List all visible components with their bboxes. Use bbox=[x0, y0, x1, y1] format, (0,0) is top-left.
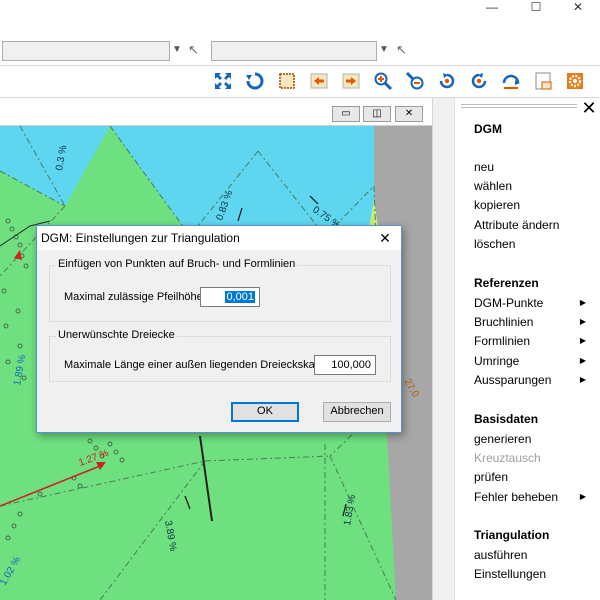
map-window-titlebar: ▭ ◫ ✕ bbox=[0, 98, 432, 126]
app-titlebar: — ☐ ✕ bbox=[0, 0, 600, 36]
menu-item-attribute-aendern[interactable]: Attribute ändern bbox=[474, 216, 594, 234]
triangulation-settings-dialog: DGM: Einstellungen zur Triangulation ✕ E… bbox=[36, 225, 402, 433]
group-label: Unerwünschte Dreiecke bbox=[56, 329, 177, 341]
mdi-close-button[interactable]: ✕ bbox=[395, 106, 423, 122]
section-title-basisdaten: Basisdaten bbox=[474, 412, 539, 426]
menu-item-dgm-punkte[interactable]: DGM-Punkte ▶ bbox=[474, 294, 594, 312]
menu-item-label: Fehler beheben bbox=[474, 490, 559, 504]
menu-item-label: Bruchlinien bbox=[474, 315, 534, 329]
zoom-in-icon[interactable] bbox=[371, 69, 395, 93]
max-edge-length-input[interactable]: 100,000 bbox=[314, 355, 376, 375]
menu-item-aussparungen[interactable]: Aussparungen ▶ bbox=[474, 371, 594, 389]
combo-bar: ▼ ↖ ▼ ↖ bbox=[0, 36, 600, 66]
group-unwanted-triangles: Unerwünschte Dreiecke Maximale Länge ein… bbox=[49, 329, 391, 382]
chevron-down-icon[interactable]: ▼ bbox=[379, 44, 389, 55]
arrow-left-icon[interactable] bbox=[307, 69, 331, 93]
panel-drag-handle[interactable] bbox=[461, 104, 577, 108]
section-title-dgm: DGM bbox=[474, 122, 502, 136]
dialog-titlebar: DGM: Einstellungen zur Triangulation ✕ bbox=[37, 226, 401, 250]
dialog-close-icon[interactable]: ✕ bbox=[375, 228, 395, 248]
redraw-icon[interactable] bbox=[499, 69, 523, 93]
field-value: 0,001 bbox=[225, 291, 255, 303]
pointer-icon[interactable]: ↖ bbox=[188, 42, 199, 58]
menu-item-generieren[interactable]: generieren bbox=[474, 430, 594, 448]
zoom-extents-icon[interactable] bbox=[211, 69, 235, 93]
panel-close-icon[interactable]: ✕ bbox=[579, 98, 599, 118]
close-button[interactable]: ✕ bbox=[556, 0, 600, 16]
rotate-right-icon[interactable] bbox=[467, 69, 491, 93]
mdi-restore-button[interactable]: ◫ bbox=[363, 106, 391, 122]
arrow-right-icon[interactable] bbox=[339, 69, 363, 93]
menu-item-kreuztausch: Kreuztausch bbox=[474, 451, 541, 465]
mdi-minimize-button[interactable]: ▭ bbox=[332, 106, 360, 122]
ok-button[interactable]: OK bbox=[231, 402, 299, 422]
combo-box-2[interactable] bbox=[211, 41, 377, 61]
section-title-referenzen: Referenzen bbox=[474, 276, 539, 290]
menu-item-fehler-beheben[interactable]: Fehler beheben ▶ bbox=[474, 488, 594, 506]
refresh-icon[interactable] bbox=[243, 69, 267, 93]
rotate-left-icon[interactable] bbox=[435, 69, 459, 93]
section-title-triangulation: Triangulation bbox=[474, 528, 550, 542]
group-insert-points: Einfügen von Punkten auf Bruch- und Form… bbox=[49, 258, 391, 322]
menu-item-kopieren[interactable]: kopieren bbox=[474, 196, 594, 214]
field-label-max-arrow-height: Maximal zulässige Pfeilhöhe: bbox=[64, 291, 206, 303]
menu-item-label: Umringe bbox=[474, 354, 520, 368]
menu-item-umringe[interactable]: Umringe ▶ bbox=[474, 352, 594, 370]
menu-item-loeschen[interactable]: löschen bbox=[474, 235, 594, 253]
menu-item-label: Aussparungen bbox=[474, 373, 552, 387]
menu-item-einstellungen[interactable]: Einstellungen bbox=[474, 565, 594, 583]
submenu-arrow-icon: ▶ bbox=[579, 492, 586, 501]
submenu-arrow-icon: ▶ bbox=[579, 336, 586, 345]
select-area-icon[interactable] bbox=[275, 69, 299, 93]
menu-item-label: DGM-Punkte bbox=[474, 296, 544, 310]
submenu-arrow-icon: ▶ bbox=[579, 317, 586, 326]
cancel-button[interactable]: Abbrechen bbox=[323, 402, 391, 422]
toolbar bbox=[0, 66, 600, 98]
window-icon[interactable] bbox=[531, 69, 555, 93]
field-label-max-edge-length: Maximale Länge einer außen liegenden Dre… bbox=[64, 359, 334, 371]
menu-item-label: Formlinien bbox=[474, 334, 531, 348]
menu-item-neu[interactable]: neu bbox=[474, 158, 594, 176]
zoom-out-icon[interactable] bbox=[403, 69, 427, 93]
combo-box-1[interactable] bbox=[2, 41, 170, 61]
menu-item-pruefen[interactable]: prüfen bbox=[474, 468, 594, 486]
submenu-arrow-icon: ▶ bbox=[579, 356, 586, 365]
group-label: Einfügen von Punkten auf Bruch- und Form… bbox=[56, 258, 298, 270]
menu-item-bruchlinien[interactable]: Bruchlinien ▶ bbox=[474, 313, 594, 331]
menu-item-ausfuehren[interactable]: ausführen bbox=[474, 546, 594, 564]
menu-item-waehlen[interactable]: wählen bbox=[474, 177, 594, 195]
chevron-down-icon[interactable]: ▼ bbox=[172, 44, 182, 55]
max-arrow-height-input[interactable]: 0,001 bbox=[200, 287, 260, 307]
command-panel: ✕ DGM neu wählen kopieren Attribute ände… bbox=[454, 98, 600, 600]
settings-gear-icon[interactable] bbox=[563, 69, 587, 93]
submenu-arrow-icon: ▶ bbox=[579, 375, 586, 384]
vertical-scrollbar[interactable] bbox=[432, 98, 454, 600]
maximize-button[interactable]: ☐ bbox=[514, 0, 558, 16]
submenu-arrow-icon: ▶ bbox=[579, 298, 586, 307]
minimize-button[interactable]: — bbox=[470, 0, 514, 16]
pointer-icon[interactable]: ↖ bbox=[396, 42, 407, 58]
dialog-title: DGM: Einstellungen zur Triangulation bbox=[41, 231, 240, 245]
menu-item-formlinien[interactable]: Formlinien ▶ bbox=[474, 332, 594, 350]
